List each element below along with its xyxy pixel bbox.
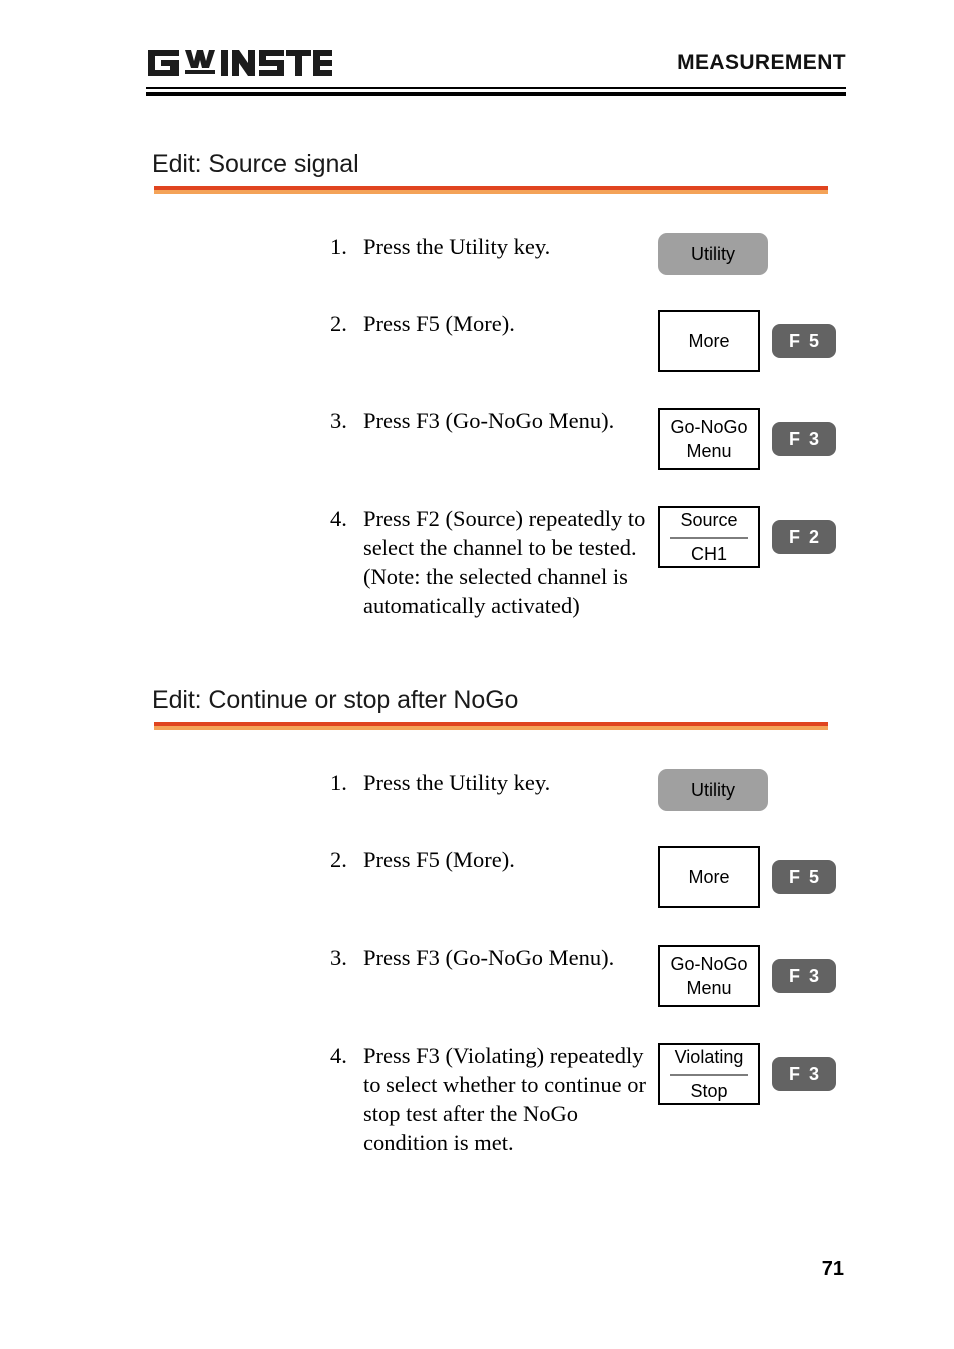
- softkey-label: More: [688, 331, 730, 351]
- function-key-digit: 3: [808, 428, 819, 449]
- step-number: 2.: [330, 311, 347, 336]
- step-text: Press F3 (Go-NoGo Menu).: [363, 945, 615, 970]
- step-text: Press F3 (Go-NoGo Menu).: [363, 408, 615, 433]
- step-number: 4.: [330, 1043, 347, 1068]
- utility-key[interactable]: Utility: [658, 769, 768, 811]
- document-page: MEASUREMENT Edit: Source signal 1. Press…: [0, 0, 954, 1349]
- softkey-label-title: Source: [680, 510, 738, 530]
- softkey-label-value: Stop: [690, 1081, 728, 1101]
- step-text: Press F3 (Violating) repeatedly to selec…: [363, 1043, 647, 1155]
- step-text: Press the Utility key.: [363, 770, 551, 795]
- function-key-letter: F: [788, 1063, 800, 1084]
- function-key-digit: 5: [808, 866, 819, 887]
- softkey-label-title: Violating: [674, 1047, 744, 1067]
- header-section-title: MEASUREMENT: [677, 51, 846, 74]
- function-key-f3[interactable]: F 3: [772, 959, 836, 993]
- gw-instek-logo: [146, 46, 332, 80]
- page-number: 71: [821, 1258, 844, 1280]
- softkey-label-line2: Menu: [686, 978, 732, 998]
- function-key-letter: F: [788, 428, 800, 449]
- step-number: 2.: [330, 847, 347, 872]
- page-header: MEASUREMENT: [146, 44, 846, 100]
- softkey-divider: [670, 537, 748, 539]
- function-key-f2[interactable]: F 2: [772, 520, 836, 554]
- utility-key[interactable]: Utility: [658, 233, 768, 275]
- softkey-label-line1: Go-NoGo: [670, 954, 748, 974]
- softkey-go-nogo-menu[interactable]: Go-NoGo Menu: [658, 945, 760, 1007]
- step-number: 4.: [330, 506, 347, 531]
- step-number: 3.: [330, 945, 347, 970]
- step-text: Press F2 (Source) repeatedly to select t…: [363, 506, 646, 618]
- function-key-digit: 2: [808, 526, 819, 547]
- function-key-digit: 5: [808, 330, 819, 351]
- softkey-label-value: CH1: [690, 544, 727, 564]
- softkey-more[interactable]: More: [658, 846, 760, 908]
- section-rule-secondary: [154, 726, 828, 730]
- step-number: 1.: [330, 234, 347, 259]
- section-rule-secondary: [154, 190, 828, 194]
- step-text: Press F5 (More).: [363, 847, 515, 872]
- function-key-digit: 3: [808, 965, 819, 986]
- section-heading: Edit: Continue or stop after NoGo: [152, 686, 519, 714]
- section-heading: Edit: Source signal: [152, 150, 359, 178]
- softkey-label-line1: Go-NoGo: [670, 417, 748, 437]
- step-number: 3.: [330, 408, 347, 433]
- step-text: Press the Utility key.: [363, 234, 551, 259]
- function-key-letter: F: [788, 965, 800, 986]
- function-key-letter: F: [788, 526, 800, 547]
- function-key-letter: F: [788, 330, 800, 351]
- function-key-f3[interactable]: F 3: [772, 1057, 836, 1091]
- header-rule-thin: [146, 87, 846, 89]
- function-key-digit: 3: [808, 1063, 819, 1084]
- function-key-f3[interactable]: F 3: [772, 422, 836, 456]
- function-key-f5[interactable]: F 5: [772, 324, 836, 358]
- softkey-label: More: [688, 867, 730, 887]
- function-key-f5[interactable]: F 5: [772, 860, 836, 894]
- step-text: Press F5 (More).: [363, 311, 515, 336]
- softkey-label-line2: Menu: [686, 441, 732, 461]
- softkey-source[interactable]: Source CH1: [658, 506, 760, 568]
- step-number: 1.: [330, 770, 347, 795]
- function-key-letter: F: [788, 866, 800, 887]
- softkey-go-nogo-menu[interactable]: Go-NoGo Menu: [658, 408, 760, 470]
- softkey-violating[interactable]: Violating Stop: [658, 1043, 760, 1105]
- softkey-more[interactable]: More: [658, 310, 760, 372]
- header-rule-thick: [146, 92, 846, 96]
- softkey-divider: [670, 1074, 748, 1076]
